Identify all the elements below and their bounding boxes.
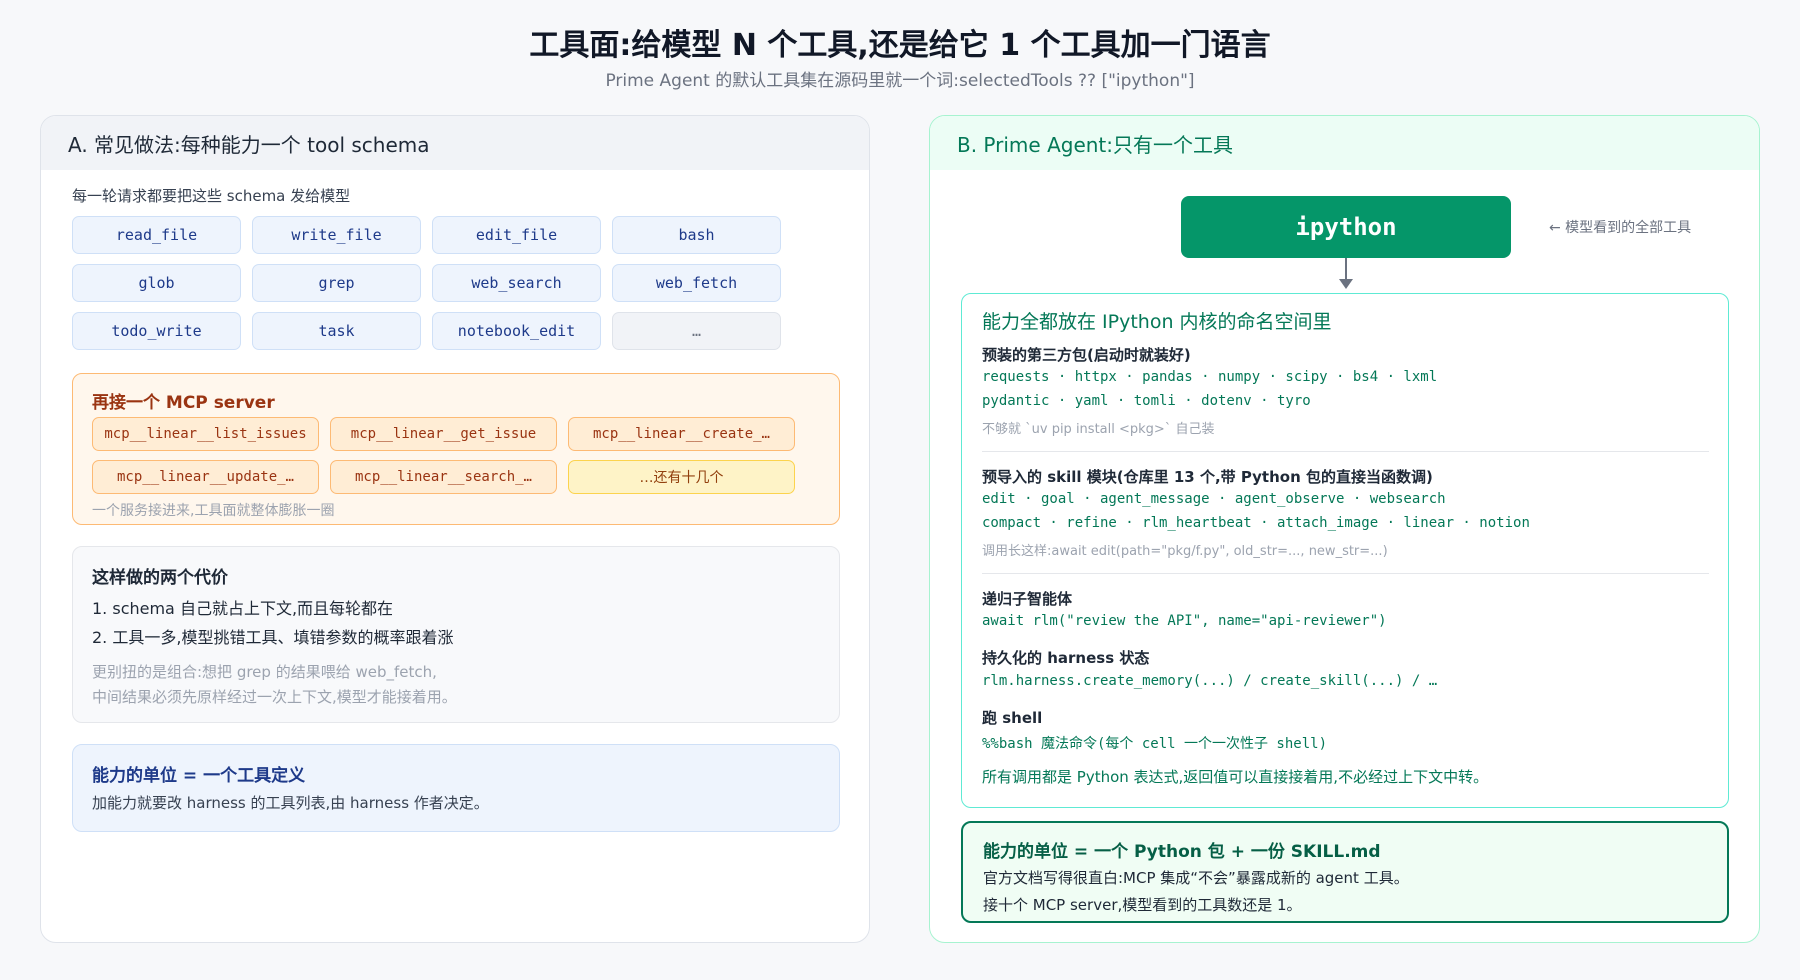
tool-chip: todo_write [72, 312, 241, 350]
skills-list: edit · goal · agent_message · agent_obse… [982, 491, 1446, 507]
skills-note: 调用长这样:await edit(path="pkg/f.py", old_st… [982, 544, 1388, 559]
tool-chip: grep [252, 264, 421, 302]
costs-box: 这样做的两个代价 1. schema 自己就占上下文,而且每轮都在 2. 工具一… [72, 546, 840, 723]
ipython-tool-note: ← 模型看到的全部工具 [1549, 220, 1692, 236]
shell-heading: 跑 shell [982, 709, 1043, 727]
tool-chip: read_file [72, 216, 241, 254]
capability-unit-title: 能力的单位 = 一个工具定义 [92, 766, 306, 786]
mcp-tool-chip: mcp__linear__search_… [330, 460, 557, 494]
packages-heading: 预装的第三方包(启动时就装好) [982, 346, 1191, 364]
namespace-title: 能力全都放在 IPython 内核的命名空间里 [982, 311, 1332, 333]
recursive-agent-heading: 递归子智能体 [982, 590, 1073, 608]
skills-list: compact · refine · rlm_heartbeat · attac… [982, 515, 1530, 531]
mcp-note: 一个服务接进来,工具面就整体膨胀一圈 [92, 503, 335, 519]
mcp-server-box: 再接一个 MCP server mcp__linear__list_issues… [72, 373, 840, 525]
cost-note: 中间结果必须先原样经过一次上下文,模型才能接着用。 [92, 688, 457, 706]
mcp-tool-chip: mcp__linear__list_issues [92, 417, 319, 451]
harness-state-heading: 持久化的 harness 状态 [982, 649, 1150, 667]
capability-unit-desc: 官方文档写得很直白:MCP 集成“不会”暴露成新的 agent 工具。 [983, 869, 1409, 887]
cost-note: 更别扭的是组合:想把 grep 的结果喂给 web_fetch, [92, 663, 437, 681]
costs-title: 这样做的两个代价 [92, 568, 228, 588]
tool-chip: task [252, 312, 421, 350]
capability-unit-box-a: 能力的单位 = 一个工具定义 加能力就要改 harness 的工具列表,由 ha… [72, 744, 840, 832]
tool-chip: write_file [252, 216, 421, 254]
page-title: 工具面:给模型 N 个工具,还是给它 1 个工具加一门语言 [529, 28, 1271, 63]
panel-a-header: A. 常见做法:每种能力一个 tool schema [41, 116, 869, 170]
tool-chip: notebook_edit [432, 312, 601, 350]
capability-unit-desc: 加能力就要改 harness 的工具列表,由 harness 作者决定。 [92, 794, 489, 812]
divider [982, 573, 1709, 574]
panel-b-header: B. Prime Agent:只有一个工具 [930, 116, 1759, 170]
cost-item: 1. schema 自己就占上下文,而且每轮都在 [92, 599, 394, 618]
packages-list: requests · httpx · pandas · numpy · scip… [982, 369, 1438, 385]
tool-chip: web_fetch [612, 264, 781, 302]
capability-unit-desc: 接十个 MCP server,模型看到的工具数还是 1。 [983, 896, 1302, 914]
mcp-tool-chip: mcp__linear__create_… [568, 417, 795, 451]
ipython-namespace-box: 能力全都放在 IPython 内核的命名空间里 预装的第三方包(启动时就装好) … [961, 293, 1729, 808]
skills-heading: 预导入的 skill 模块(仓库里 13 个,带 Python 包的直接当函数调… [982, 468, 1433, 486]
mcp-tool-chip-more: …还有十几个 [568, 460, 795, 494]
page-subtitle: Prime Agent 的默认工具集在源码里就一个词:selectedTools… [605, 71, 1195, 91]
panel-a-common-approach: A. 常见做法:每种能力一个 tool schema 每一轮请求都要把这些 sc… [40, 115, 870, 943]
packages-list: pydantic · yaml · tomli · dotenv · tyro [982, 393, 1311, 409]
recursive-agent-code: await rlm("review the API", name="api-re… [982, 613, 1387, 629]
packages-note: 不够就 `uv pip install <pkg>` 自己装 [982, 422, 1215, 437]
down-arrow-icon [1339, 279, 1353, 289]
harness-state-code: rlm.harness.create_memory(...) / create_… [982, 673, 1438, 689]
mcp-tool-grid: mcp__linear__list_issues mcp__linear__ge… [92, 417, 795, 494]
shell-code: %%bash 魔法命令(每个 cell 一个一次性子 shell) [982, 736, 1328, 752]
ipython-tool-box: ipython [1181, 196, 1511, 258]
tool-chip: bash [612, 216, 781, 254]
tool-chip-more: … [612, 312, 781, 350]
capability-unit-box-b: 能力的单位 = 一个 Python 包 + 一份 SKILL.md 官方文档写得… [961, 821, 1729, 923]
mcp-tool-chip: mcp__linear__get_issue [330, 417, 557, 451]
namespace-footer: 所有调用都是 Python 表达式,返回值可以直接接着用,不必经过上下文中转。 [982, 768, 1489, 786]
mcp-title: 再接一个 MCP server [92, 393, 275, 413]
divider [982, 451, 1709, 452]
tool-chip: edit_file [432, 216, 601, 254]
down-arrow-line [1345, 258, 1347, 281]
cost-item: 2. 工具一多,模型挑错工具、填错参数的概率跟着涨 [92, 628, 454, 647]
tool-chip: web_search [432, 264, 601, 302]
capability-unit-title: 能力的单位 = 一个 Python 包 + 一份 SKILL.md [983, 842, 1381, 862]
tool-schema-grid: read_file write_file edit_file bash glob… [72, 216, 796, 350]
mcp-tool-chip: mcp__linear__update_… [92, 460, 319, 494]
schema-caption: 每一轮请求都要把这些 schema 发给模型 [72, 187, 351, 205]
panel-b-prime-agent: B. Prime Agent:只有一个工具 ipython ← 模型看到的全部工… [929, 115, 1760, 943]
tool-chip: glob [72, 264, 241, 302]
